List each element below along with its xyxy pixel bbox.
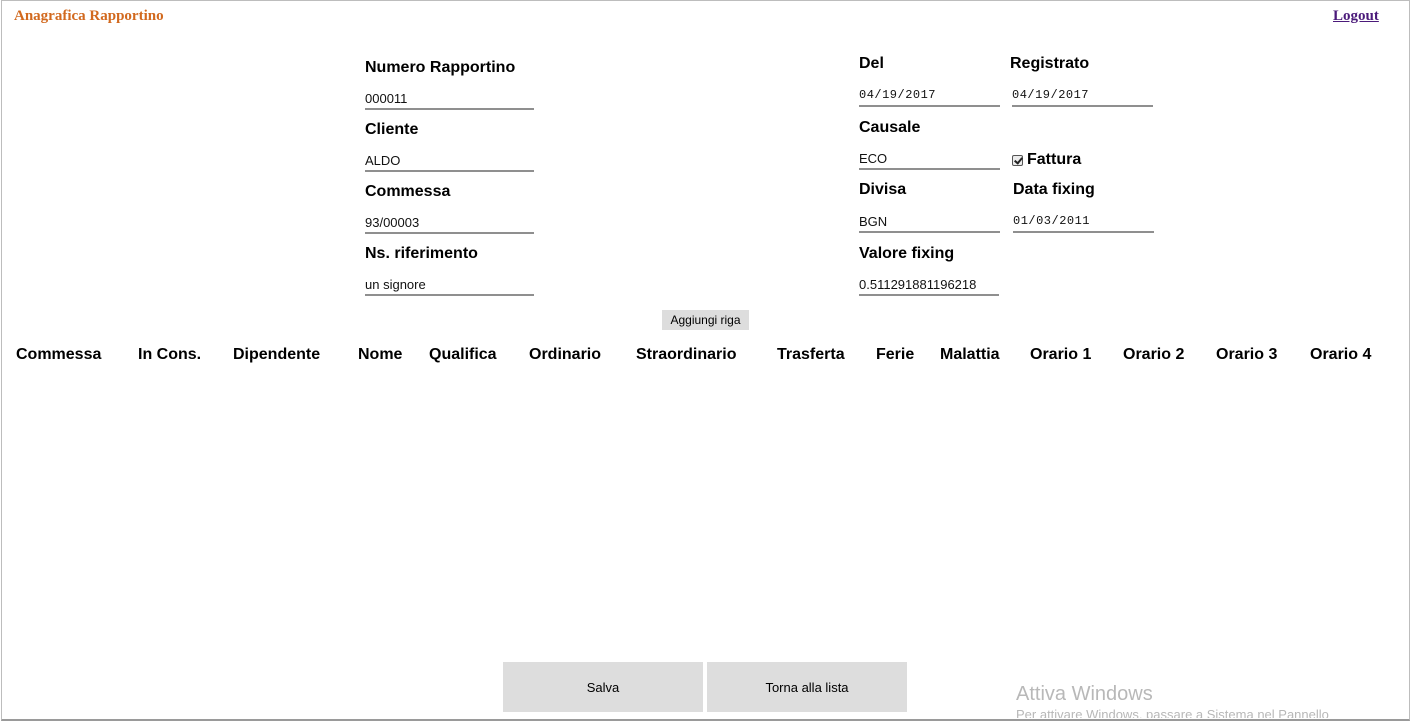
numero-rapportino-label: Numero Rapportino [365,59,516,76]
fattura-label: Fattura [1027,151,1082,168]
column-header-in-cons: In Cons. [138,346,202,363]
fattura-checkbox[interactable] [1012,154,1023,166]
divisa-label: Divisa [859,181,907,198]
data-fixing-date-field[interactable] [1013,213,1154,233]
column-header-orario-3: Orario 3 [1216,346,1278,363]
cliente-label: Cliente [365,121,419,138]
column-header-orario-1: Orario 1 [1030,346,1092,363]
column-header-trasferta: Trasferta [777,346,845,363]
registrato-date-field[interactable] [1012,87,1153,107]
column-header-ordinario: Ordinario [529,346,602,363]
ns-riferimento-field[interactable] [365,276,534,296]
causale-label: Causale [859,119,921,136]
column-header-straordinario: Straordinario [636,346,737,363]
cliente-field[interactable] [365,152,534,172]
column-header-orario-2: Orario 2 [1123,346,1185,363]
numero-rapportino-field[interactable] [365,90,534,110]
column-header-nome: Nome [358,346,403,363]
divisa-field[interactable] [859,213,1000,233]
column-header-dipendente: Dipendente [233,346,321,363]
column-header-qualifica: Qualifica [429,346,497,363]
fattura-checkbox-group[interactable]: Fattura [1012,151,1081,169]
del-label: Del [859,55,884,72]
page-title: Anagrafica Rapportino [14,8,164,24]
back-to-list-button[interactable]: Torna alla lista [707,662,907,712]
valore-fixing-label: Valore fixing [859,245,955,262]
column-header-orario-4: Orario 4 [1310,346,1372,363]
column-header-ferie: Ferie [876,346,915,363]
add-row-button[interactable]: Aggiungi riga [662,310,749,330]
watermark-subtitle: Per attivare Windows, passare a Sistema … [1016,707,1329,718]
del-date-field[interactable] [859,87,1000,107]
ns-riferimento-label: Ns. riferimento [365,245,478,262]
column-header-commessa: Commessa [16,346,102,363]
column-header-malattia: Malattia [940,346,1000,363]
save-button[interactable]: Salva [503,662,703,712]
data-fixing-label: Data fixing [1013,181,1095,198]
commessa-label: Commessa [365,183,451,200]
logout-link[interactable]: Logout [1333,8,1379,25]
commessa-field[interactable] [365,214,534,234]
registrato-label: Registrato [1010,55,1090,72]
valore-fixing-field[interactable] [859,276,999,296]
watermark-title: Attiva Windows [1016,683,1153,705]
causale-field[interactable] [859,150,1000,170]
